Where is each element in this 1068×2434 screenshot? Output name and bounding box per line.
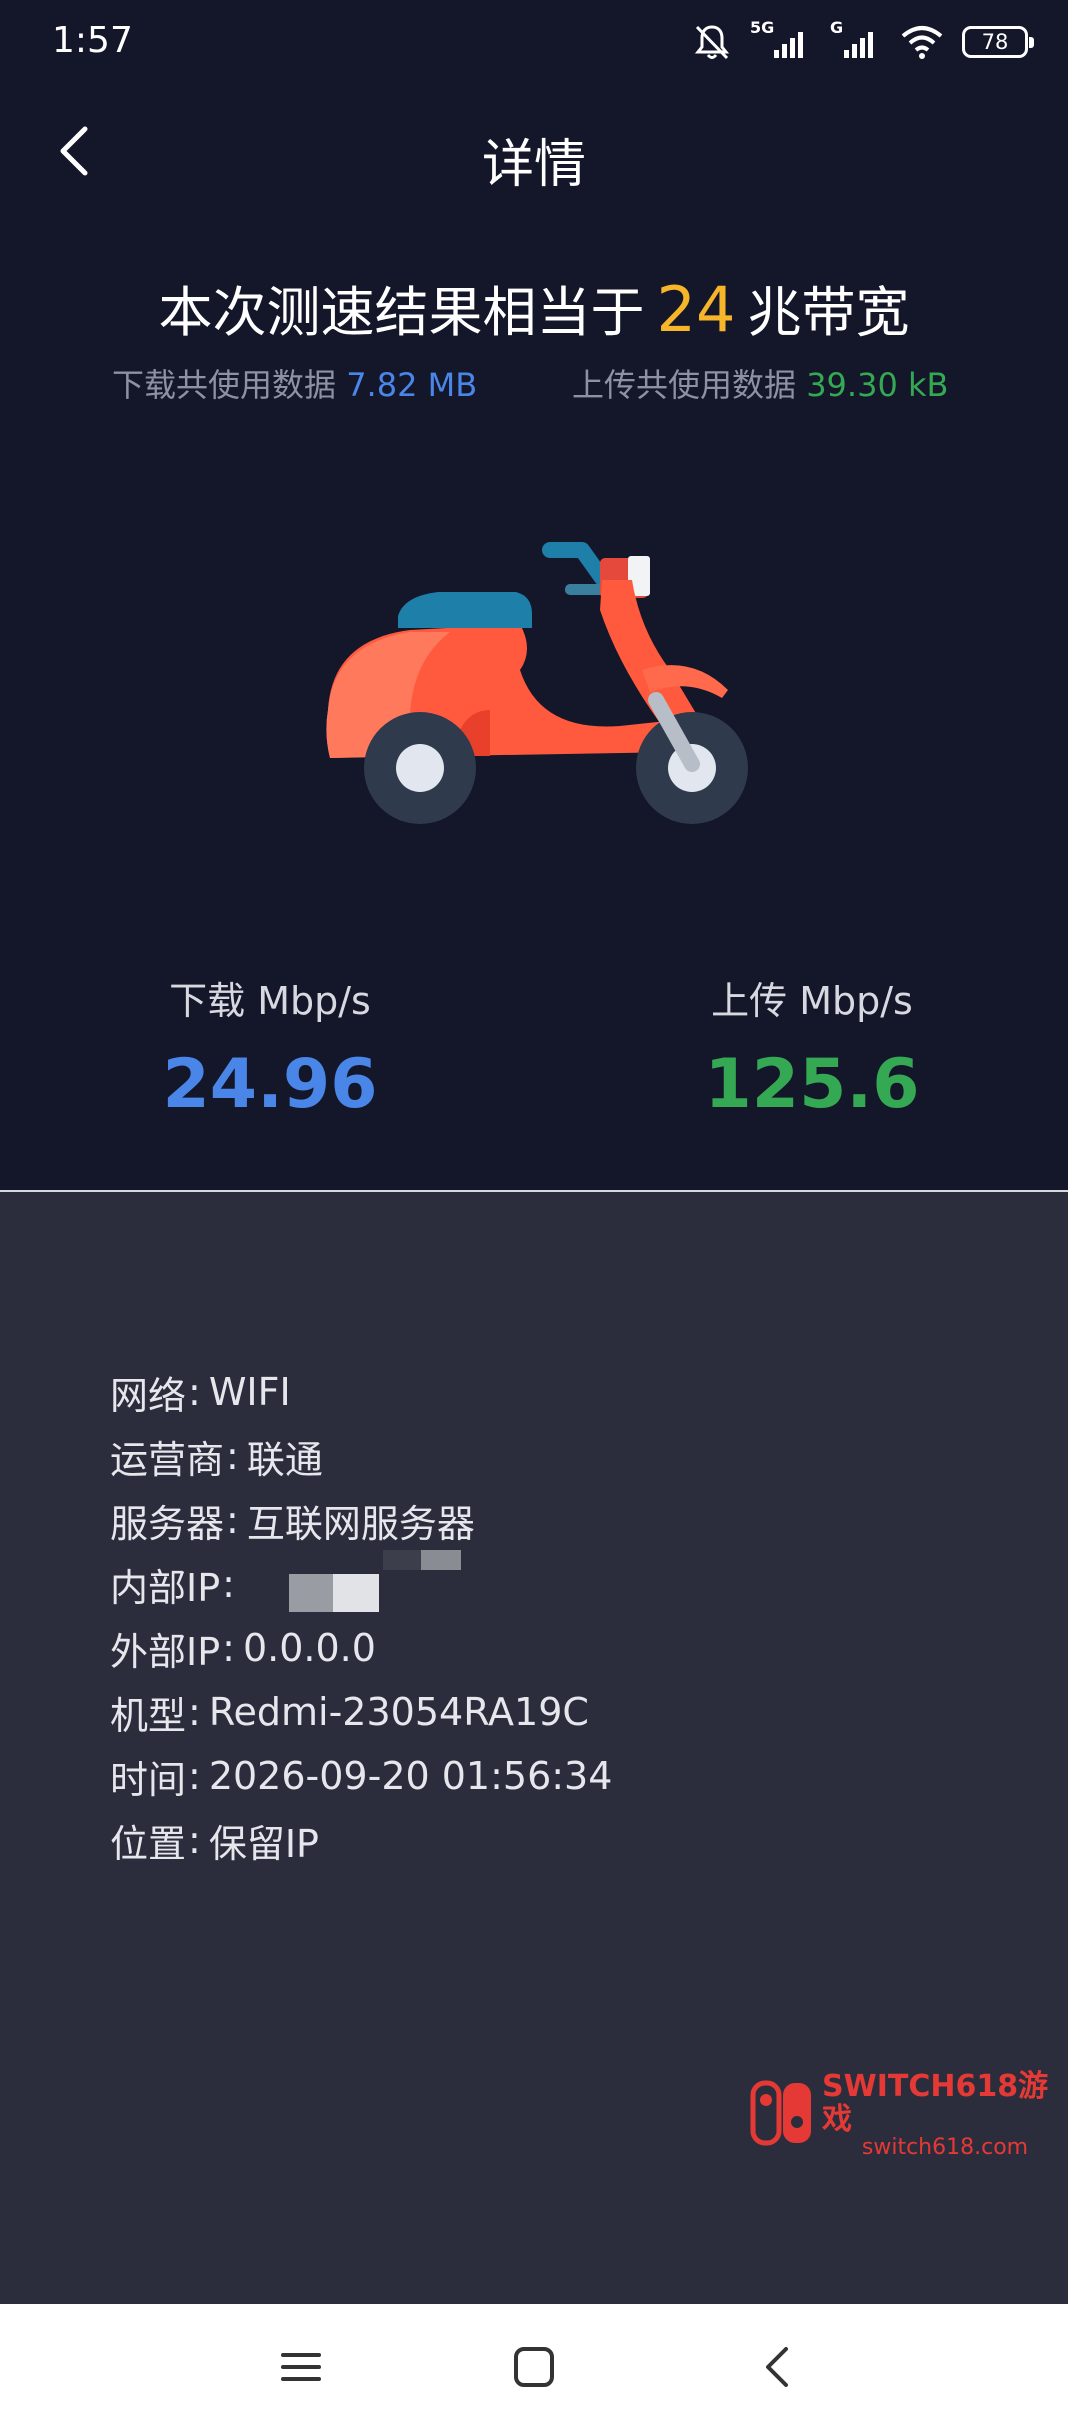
details-list: 网络: WIFI 运营商: 联通 服务器: 互联网服务器 内部IP: 外部IP:0.0… (110, 1360, 612, 1872)
chevron-left-icon (762, 2345, 792, 2393)
square-home-icon (512, 2345, 556, 2393)
bandwidth-value: 24 (656, 273, 736, 346)
detail-separator: : (222, 1562, 235, 1606)
page-title: 详情 (481, 135, 586, 195)
watermark: SWITCH618游戏 switch618.com (750, 2070, 1068, 2160)
download-usage-value: 7.82 MB (346, 366, 478, 404)
download-value: 24.96 (162, 1045, 378, 1124)
switch-logo-icon (750, 2080, 814, 2150)
nav-menu-button[interactable] (264, 2332, 338, 2406)
nav-home-button[interactable] (497, 2332, 571, 2406)
summary-suffix: 兆带宽 (747, 281, 910, 344)
detail-server: 服务器: 互联网服务器 (110, 1488, 612, 1552)
detail-value: 保留IP (208, 1821, 319, 1866)
detail-label: 运营商 (110, 1437, 225, 1482)
status-icons: 5G G 78 (692, 18, 1034, 66)
upload-usage-label: 上传共使用数据 (572, 366, 797, 404)
nav-back-button[interactable] (740, 2332, 814, 2406)
detail-value: Redmi-23054RA19C (208, 1690, 589, 1734)
bell-off-icon (692, 22, 732, 62)
status-time: 1:57 (52, 20, 133, 61)
watermark-text: SWITCH618游戏 switch618.com (822, 2070, 1068, 2160)
speed-summary: 本次测速结果相当于 24 兆带宽 (0, 268, 1068, 347)
detail-separator: : (226, 1498, 239, 1542)
detail-location: 位置: 保留IP (110, 1808, 612, 1872)
scooter-illustration (320, 520, 760, 844)
summary-prefix: 本次测速结果相当于 (158, 281, 645, 344)
detail-value: 2026-09-20 01:56:34 (208, 1754, 613, 1798)
detail-label: 外部IP (110, 1629, 221, 1674)
detail-separator: : (188, 1818, 201, 1862)
detail-carrier: 运营商: 联通 (110, 1424, 612, 1488)
detail-separator: : (222, 1626, 235, 1670)
detail-label: 位置 (110, 1821, 187, 1866)
detail-label: 时间 (110, 1757, 187, 1802)
detail-separator: : (188, 1754, 201, 1798)
signal-g-icon: G (830, 18, 882, 62)
detail-network: 网络: WIFI (110, 1360, 612, 1424)
detail-separator: : (188, 1370, 201, 1414)
detail-model: 机型: Redmi-23054RA19C (110, 1680, 612, 1744)
battery-icon: 78 (962, 26, 1034, 58)
detail-value: WIFI (208, 1370, 291, 1414)
download-usage: 下载共使用数据 7.82 MB (112, 360, 477, 406)
watermark-sub: switch618.com (861, 2135, 1029, 2160)
signal-5g-label: 5G (750, 18, 775, 37)
detail-label: 服务器 (110, 1501, 225, 1546)
top-panel: 1:57 5G G 78 详情 本次测速结果相当于 24 兆带宽 下载共使用数据… (0, 0, 1068, 1190)
detail-label: 内部IP (110, 1565, 221, 1610)
detail-separator: : (188, 1690, 201, 1734)
upload-label: 上传 Mbp/s (711, 979, 913, 1023)
upload-value: 125.6 (704, 1045, 920, 1124)
detail-internal-ip: 内部IP: (110, 1550, 612, 1616)
watermark-main: SWITCH618游戏 (822, 2069, 1049, 2137)
detail-label: 机型 (110, 1693, 187, 1738)
details-panel: 网络: WIFI 运营商: 联通 服务器: 互联网服务器 内部IP: 外部IP:0.0… (0, 1192, 1068, 2304)
wifi-icon (900, 22, 944, 62)
redacted-ip (242, 1550, 473, 1614)
detail-label: 网络 (110, 1373, 187, 1418)
detail-value: 互联网服务器 (246, 1501, 475, 1546)
detail-value: 联通 (246, 1437, 323, 1482)
signal-5g-icon: 5G (750, 18, 812, 62)
detail-separator: : (226, 1434, 239, 1478)
menu-icon (279, 2347, 323, 2391)
upload-usage-value: 39.30 kB (806, 366, 949, 404)
detail-external-ip: 外部IP:0.0.0.0 (110, 1616, 612, 1680)
detail-value: 0.0.0.0 (242, 1626, 376, 1670)
detail-time: 时间:2026-09-20 01:56:34 (110, 1744, 612, 1808)
system-nav-bar (0, 2304, 1068, 2434)
header: 详情 (0, 100, 1068, 204)
download-label: 下载 Mbp/s (169, 979, 371, 1023)
download-usage-label: 下载共使用数据 (112, 366, 337, 404)
signal-g-label: G (830, 18, 844, 37)
status-bar: 1:57 5G G 78 (0, 0, 1068, 84)
upload-usage: 上传共使用数据 39.30 kB (572, 360, 948, 406)
